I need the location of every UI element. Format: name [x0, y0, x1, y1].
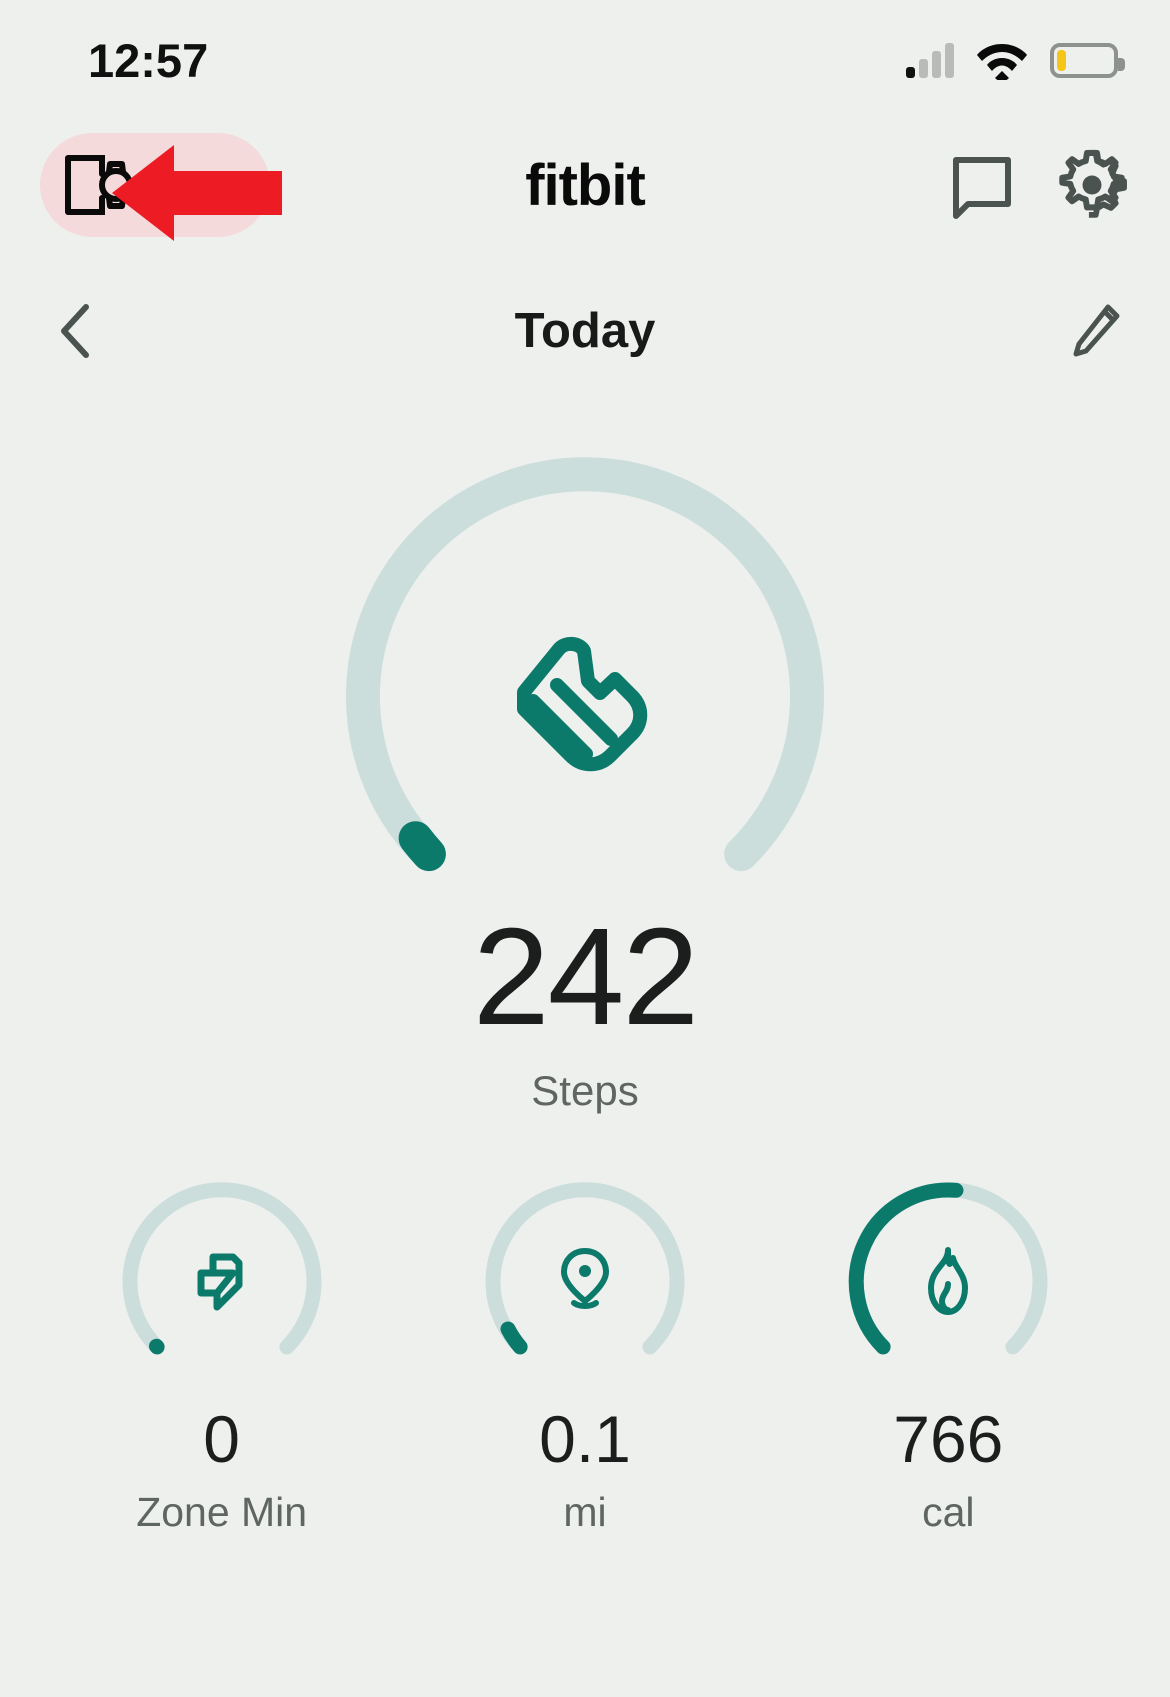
- metric-distance[interactable]: 0.1 mi: [435, 1178, 735, 1533]
- zone-minutes-arrow-icon: [197, 1253, 243, 1311]
- steps-gauge-progress: [398, 821, 446, 872]
- calories-label: cal: [922, 1489, 975, 1535]
- phone-watch-device-icon: [65, 155, 133, 215]
- status-bar-clock: 12:57: [88, 33, 209, 87]
- device-button[interactable]: [40, 133, 270, 237]
- wifi-icon: [977, 44, 1027, 80]
- fitbit-today-screen: 12:57 fitbit Today 242 Steps 0 Zone Min …: [0, 0, 1170, 1697]
- page-title: Today: [514, 304, 656, 358]
- metric-zone-minutes[interactable]: 0 Zone Min: [72, 1178, 372, 1533]
- steps-gauge[interactable]: [335, 448, 835, 948]
- gear-icon[interactable]: [1056, 149, 1128, 221]
- location-pin-icon: [560, 1247, 609, 1310]
- steps-value: 242: [472, 900, 699, 1054]
- metric-calories[interactable]: 766 cal: [798, 1178, 1098, 1533]
- app-bar: fitbit: [0, 130, 1170, 240]
- date-nav-bar: Today: [0, 285, 1170, 377]
- status-bar-icons: [906, 40, 1125, 80]
- chevron-left-icon[interactable]: [54, 301, 100, 361]
- steps-label: Steps: [531, 1067, 639, 1114]
- calories-value: 766: [893, 1402, 1004, 1476]
- flame-icon: [928, 1247, 969, 1315]
- status-bar: 12:57: [0, 0, 1170, 120]
- app-bar-actions: [946, 149, 1128, 221]
- cellular-signal-icon: [906, 42, 954, 78]
- distance-value: 0.1: [539, 1402, 631, 1476]
- metrics-row: 0 Zone Min 0.1 mi 766 cal: [0, 1178, 1170, 1533]
- chat-bubble-icon[interactable]: [946, 150, 1016, 220]
- battery-low-icon: [1050, 42, 1125, 78]
- running-shoe-icon: [517, 637, 648, 772]
- distance-gauge-progress: [500, 1321, 528, 1355]
- distance-label: mi: [563, 1489, 607, 1535]
- zone-min-value: 0: [203, 1402, 241, 1476]
- zone-min-label: Zone Min: [136, 1489, 308, 1535]
- zone-min-gauge-progress: [148, 1338, 165, 1355]
- pencil-edit-icon[interactable]: [1068, 302, 1122, 360]
